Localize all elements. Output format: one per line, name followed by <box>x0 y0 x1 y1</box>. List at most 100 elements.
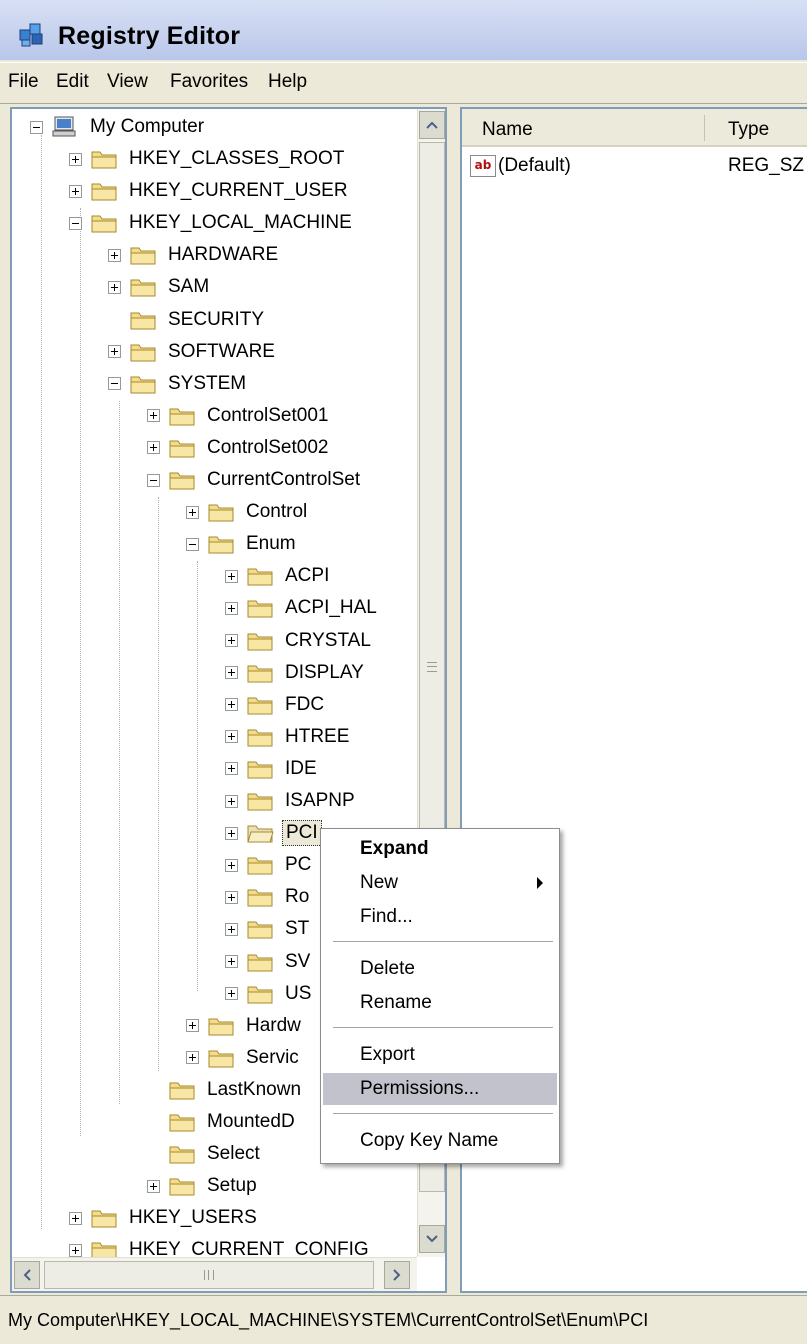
expand-icon[interactable] <box>69 1211 82 1225</box>
expand-icon[interactable] <box>225 666 238 680</box>
value-row[interactable]: ab (Default) REG_SZ <box>470 155 804 177</box>
expand-icon[interactable] <box>225 890 238 904</box>
tree-node-controlset001[interactable]: ControlSet001 <box>147 400 331 432</box>
tree-node-system[interactable]: SYSTEM <box>108 368 249 400</box>
expand-icon[interactable] <box>108 345 121 359</box>
tree-node-security[interactable]: SECURITY <box>108 304 267 336</box>
tree-node-control[interactable]: Control <box>186 496 310 528</box>
tree-node-pc[interactable]: PC <box>225 849 314 881</box>
collapse-icon[interactable] <box>30 120 43 134</box>
scroll-down-button[interactable] <box>419 1225 445 1253</box>
menu-item-permissions[interactable]: Permissions... <box>323 1073 557 1105</box>
collapse-icon[interactable] <box>69 216 82 230</box>
expand-icon[interactable] <box>225 922 238 936</box>
expand-icon[interactable] <box>225 730 238 744</box>
expand-icon[interactable] <box>108 280 121 294</box>
tree-node-sv[interactable]: SV <box>225 946 313 978</box>
tree-node-label: CRYSTAL <box>285 629 371 651</box>
tree-node-label: Servic <box>246 1046 299 1068</box>
tree-node-hkey-current-user[interactable]: HKEY_CURRENT_USER <box>69 175 351 207</box>
tree-node-lastknown[interactable]: LastKnown <box>147 1074 304 1106</box>
tree-node-isapnp[interactable]: ISAPNP <box>225 785 358 817</box>
menu-item-copy-key-name[interactable]: Copy Key Name <box>323 1125 557 1157</box>
menu-bar: File Edit View Favorites Help <box>0 62 807 104</box>
menu-item-export[interactable]: Export <box>323 1039 557 1071</box>
expand-icon[interactable] <box>186 505 199 519</box>
tree-node-sam[interactable]: SAM <box>108 271 212 303</box>
tree-node-software[interactable]: SOFTWARE <box>108 336 278 368</box>
tree-node-my-computer[interactable]: My Computer <box>30 111 207 143</box>
tree-node-label: HKEY_CLASSES_ROOT <box>129 148 345 169</box>
expand-icon[interactable] <box>225 955 238 968</box>
tree-node-acpi-hal[interactable]: ACPI_HAL <box>225 592 380 624</box>
tree-node-hardware[interactable]: HARDWARE <box>108 239 281 271</box>
menu-favorites[interactable]: Favorites <box>170 71 248 93</box>
tree-node-us[interactable]: US <box>225 978 314 1010</box>
collapse-icon[interactable] <box>186 537 199 551</box>
expand-icon[interactable] <box>225 826 238 840</box>
tree-node-label: ControlSet002 <box>207 436 329 458</box>
tree-horizontal-scrollbar[interactable] <box>12 1257 417 1291</box>
tree-node-mountedd[interactable]: MountedD <box>147 1106 298 1138</box>
expand-icon[interactable] <box>225 794 238 808</box>
tree-node-select[interactable]: Select <box>147 1138 263 1170</box>
expand-icon[interactable] <box>69 1243 82 1257</box>
expand-icon[interactable] <box>186 1051 199 1065</box>
scroll-left-button[interactable] <box>14 1261 40 1289</box>
expand-icon[interactable] <box>69 152 82 166</box>
expand-icon[interactable] <box>186 1019 199 1033</box>
expand-icon[interactable] <box>69 184 82 198</box>
menu-item-expand[interactable]: Expand <box>323 833 557 865</box>
menu-view[interactable]: View <box>107 71 148 93</box>
expand-icon[interactable] <box>225 858 238 872</box>
tree-node-setup[interactable]: Setup <box>147 1170 260 1202</box>
tree-node-acpi[interactable]: ACPI <box>225 560 332 592</box>
expand-icon[interactable] <box>225 987 238 1001</box>
expand-icon[interactable] <box>225 762 238 776</box>
expand-icon[interactable] <box>108 248 121 262</box>
menu-item-rename[interactable]: Rename <box>323 987 557 1019</box>
collapse-icon[interactable] <box>147 473 160 487</box>
expand-icon[interactable] <box>147 441 160 455</box>
tree-node-hardw[interactable]: Hardw <box>186 1010 304 1042</box>
tree-node-ro[interactable]: Ro <box>225 881 312 913</box>
tree-node-htree[interactable]: HTREE <box>225 721 352 753</box>
expand-icon[interactable] <box>225 634 238 647</box>
expand-icon[interactable] <box>225 601 238 615</box>
menu-item-new[interactable]: New <box>323 867 557 899</box>
tree-node-ide[interactable]: IDE <box>225 753 320 785</box>
expand-icon[interactable] <box>225 569 238 583</box>
tree-node-servic[interactable]: Servic <box>186 1042 302 1074</box>
tree-node-display[interactable]: DISPLAY <box>225 657 367 689</box>
tree-node-label: US <box>285 982 312 1004</box>
scroll-right-button[interactable] <box>384 1261 410 1289</box>
collapse-icon[interactable] <box>108 377 121 391</box>
tree-node-currentcontrolset[interactable]: CurrentControlSet <box>147 464 363 496</box>
folder-icon <box>208 1050 234 1068</box>
tree-node-crystal[interactable]: CRYSTAL <box>225 625 374 657</box>
expand-icon[interactable] <box>147 1179 160 1193</box>
horizontal-scroll-thumb[interactable] <box>44 1261 374 1289</box>
title-bar[interactable]: Registry Editor <box>0 0 807 60</box>
folder-icon <box>247 857 273 875</box>
column-header-type[interactable]: Type <box>728 119 769 141</box>
tree-node-label: HTREE <box>285 725 350 747</box>
tree-node-hkey-users[interactable]: HKEY_USERS <box>69 1202 260 1234</box>
expand-icon[interactable] <box>225 698 238 712</box>
menu-edit[interactable]: Edit <box>56 71 89 93</box>
menu-item-find[interactable]: Find... <box>323 901 557 933</box>
tree-node-controlset002[interactable]: ControlSet002 <box>147 432 331 464</box>
menu-file[interactable]: File <box>8 71 39 93</box>
scroll-up-button[interactable] <box>419 111 445 139</box>
column-header-name[interactable]: Name <box>482 119 533 141</box>
tree-node-pci[interactable]: PCI <box>225 817 322 849</box>
expand-icon[interactable] <box>147 409 160 423</box>
tree-node-st[interactable]: ST <box>225 913 312 945</box>
menu-item-delete[interactable]: Delete <box>323 953 557 985</box>
menu-help[interactable]: Help <box>268 71 307 93</box>
tree-node-enum[interactable]: Enum <box>186 528 299 560</box>
tree-node-hkey-classes-root[interactable]: HKEY_CLASSES_ROOT <box>69 143 347 175</box>
tree-node-fdc[interactable]: FDC <box>225 689 327 721</box>
tree-node-hkey-local-machine[interactable]: HKEY_LOCAL_MACHINE <box>69 207 355 239</box>
string-value-icon: ab <box>470 155 496 177</box>
